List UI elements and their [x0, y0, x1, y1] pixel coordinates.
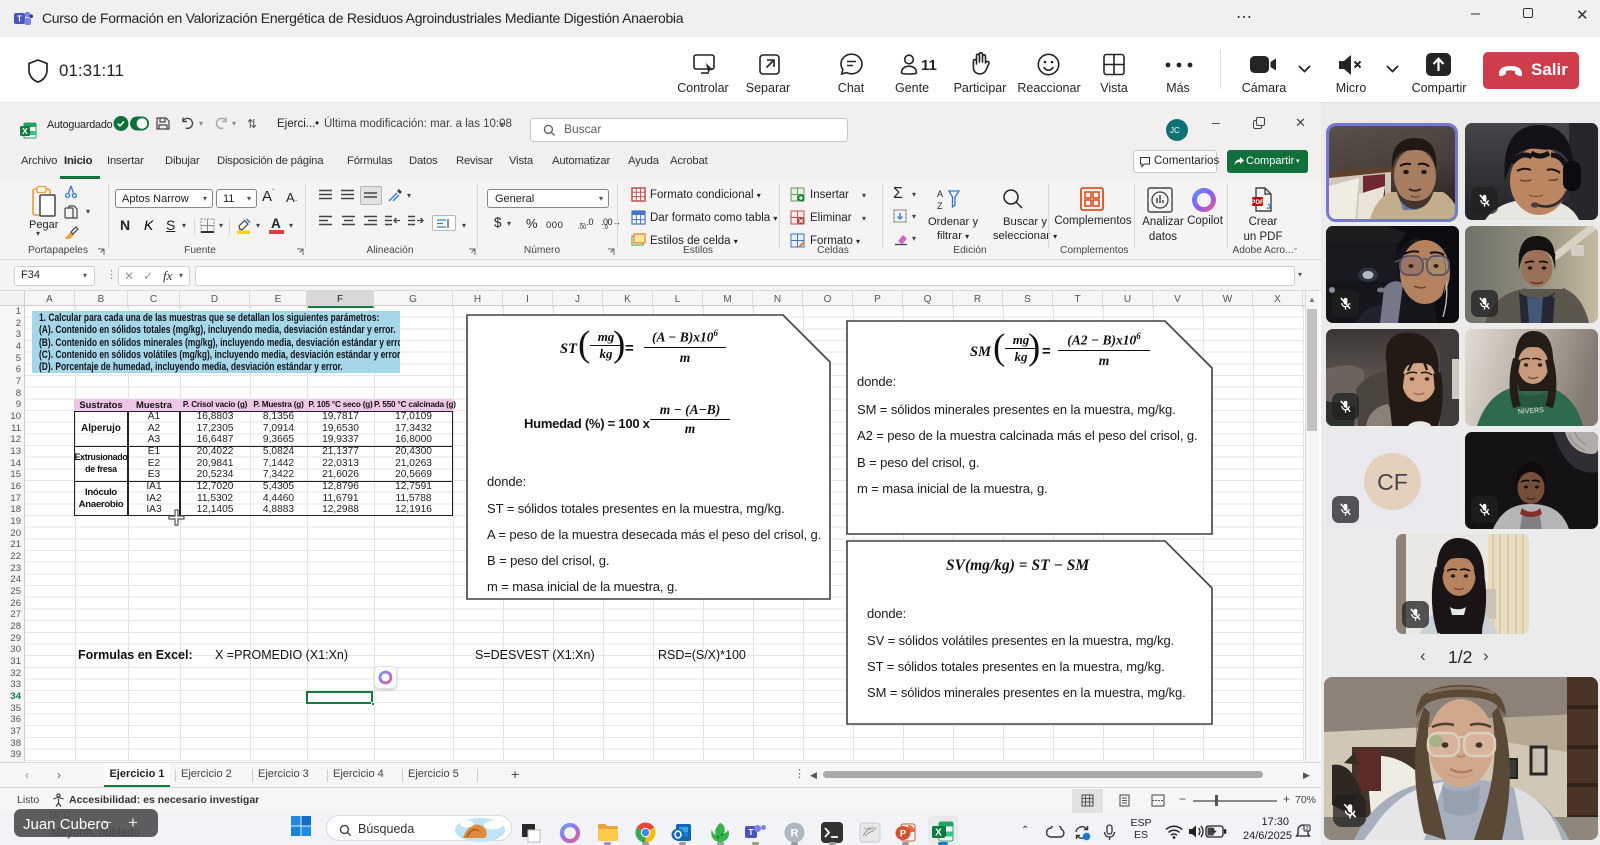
- svg-text:Adobe: Adobe: [863, 826, 877, 831]
- svg-text:Z: Z: [937, 201, 943, 211]
- svg-text:X: X: [22, 126, 28, 136]
- svg-text:T: T: [749, 828, 754, 837]
- svg-text:A: A: [937, 189, 943, 199]
- svg-text:T: T: [17, 15, 22, 24]
- svg-text:2: 2: [1305, 826, 1308, 832]
- svg-text:PDF: PDF: [1251, 199, 1264, 206]
- svg-text:X: X: [935, 828, 942, 839]
- svg-text:P: P: [900, 829, 907, 840]
- svg-text:R: R: [791, 828, 799, 840]
